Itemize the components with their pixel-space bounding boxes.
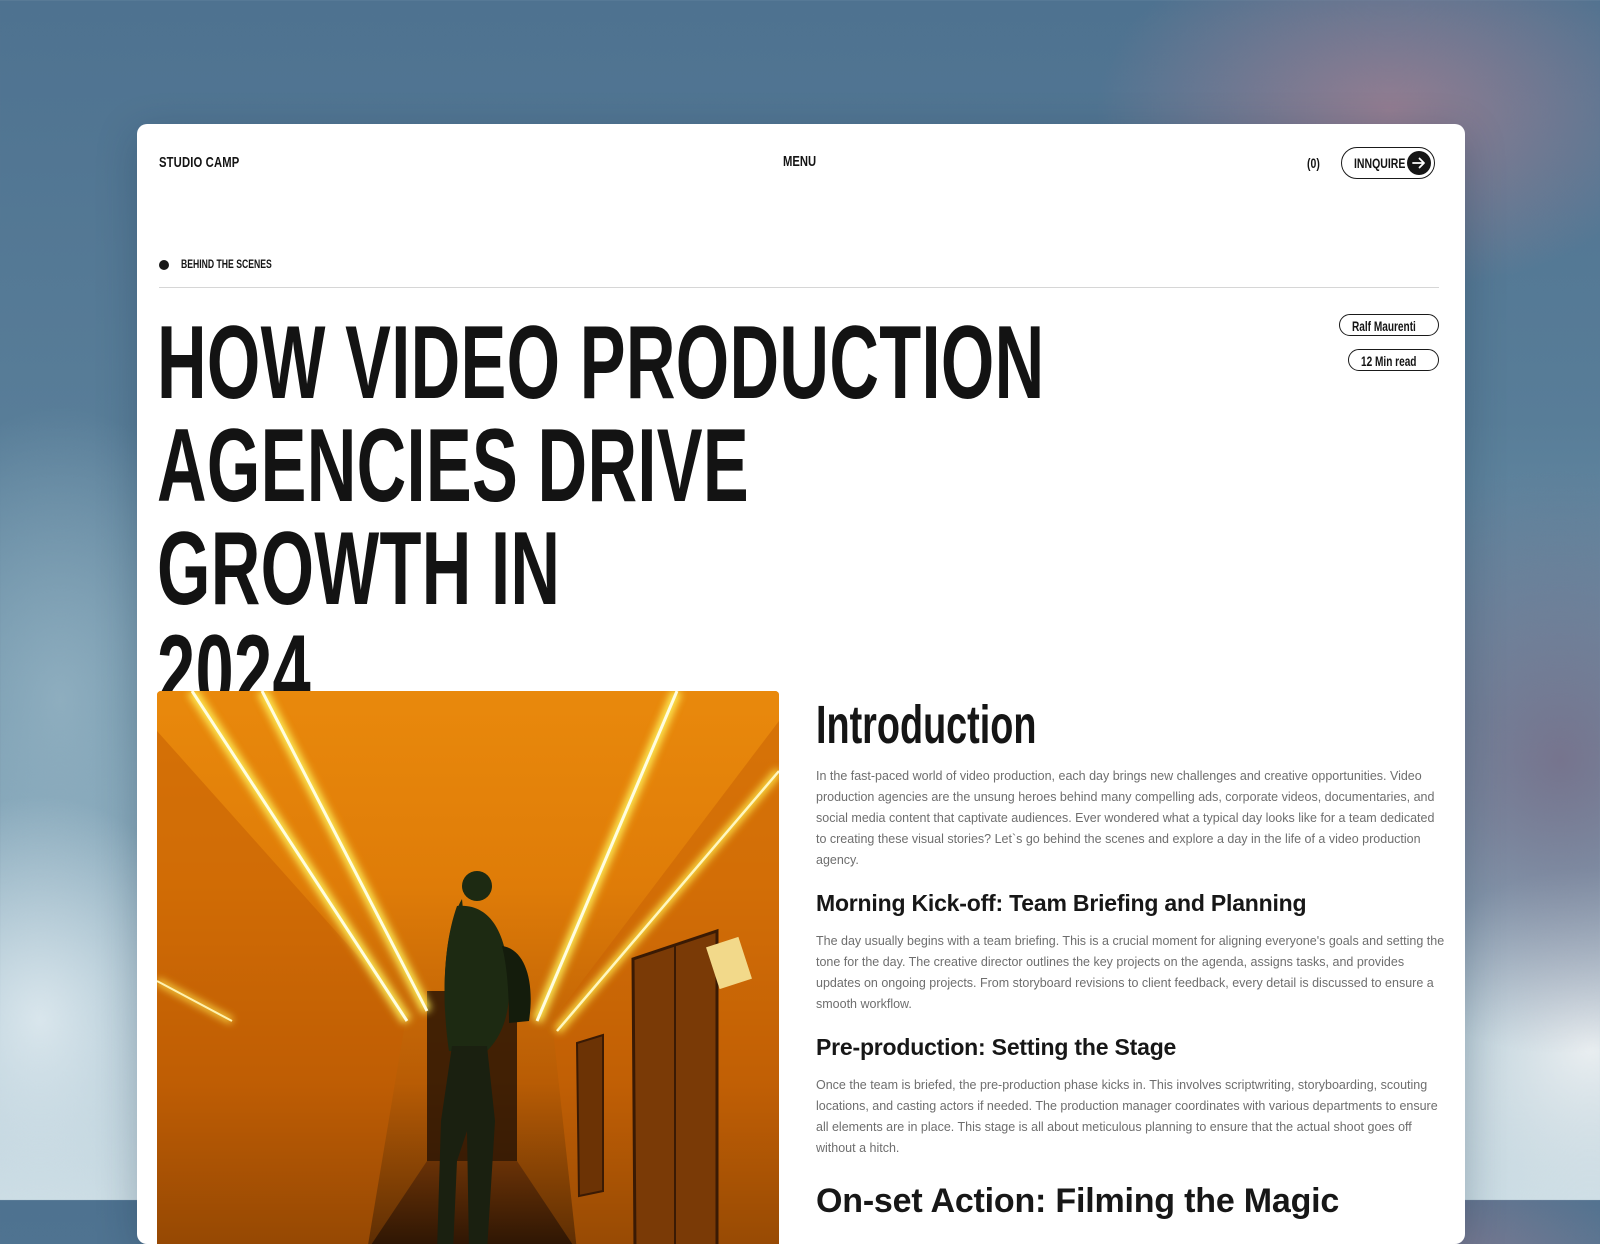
read-time-badge: 12 Min read bbox=[1348, 349, 1439, 371]
article-title-line: HOW VIDEO PRODUCTION bbox=[157, 305, 1045, 421]
brand-logo[interactable]: STUDIO CAMP bbox=[159, 154, 239, 171]
inquire-button[interactable]: INNQUIRE bbox=[1341, 147, 1435, 179]
category-label: BEHIND THE SCENES bbox=[181, 257, 272, 271]
hero-illustration bbox=[157, 691, 779, 1244]
cart-count[interactable]: (0) bbox=[1307, 155, 1320, 171]
divider bbox=[159, 287, 1439, 288]
read-time: 12 Min read bbox=[1361, 353, 1417, 369]
section-heading-pre-production: Pre-production: Setting the Stage bbox=[816, 1034, 1177, 1060]
article-page-card: STUDIO CAMP MENU (0) INNQUIRE BEHIND THE… bbox=[137, 124, 1465, 1244]
author-badge[interactable]: Ralf Maurenti bbox=[1339, 314, 1439, 336]
author-name: Ralf Maurenti bbox=[1352, 318, 1416, 334]
section-paragraph: In the fast-paced world of video product… bbox=[816, 769, 1435, 867]
article-body: Introduction In the fast-paced world of … bbox=[816, 694, 1446, 1221]
menu-button[interactable]: MENU bbox=[783, 153, 816, 170]
article-title: HOW VIDEO PRODUCTION AGENCIES DRIVE GROW… bbox=[157, 311, 1068, 724]
section-heading-on-set: On-set Action: Filming the Magic bbox=[816, 1182, 1340, 1220]
arrow-right-icon bbox=[1407, 151, 1431, 175]
hero-image bbox=[157, 691, 779, 1244]
inquire-button-label: INNQUIRE bbox=[1354, 155, 1406, 171]
bullet-dot-icon bbox=[159, 260, 169, 270]
article-title-line: AGENCIES DRIVE GROWTH IN bbox=[157, 408, 749, 627]
section-paragraph: The day usually begins with a team brief… bbox=[816, 934, 1445, 1011]
section-heading-introduction: Introduction bbox=[816, 695, 1037, 755]
section-heading-morning-kickoff: Morning Kick-off: Team Briefing and Plan… bbox=[816, 890, 1307, 916]
section-paragraph: Once the team is briefed, the pre-produc… bbox=[816, 1078, 1438, 1155]
